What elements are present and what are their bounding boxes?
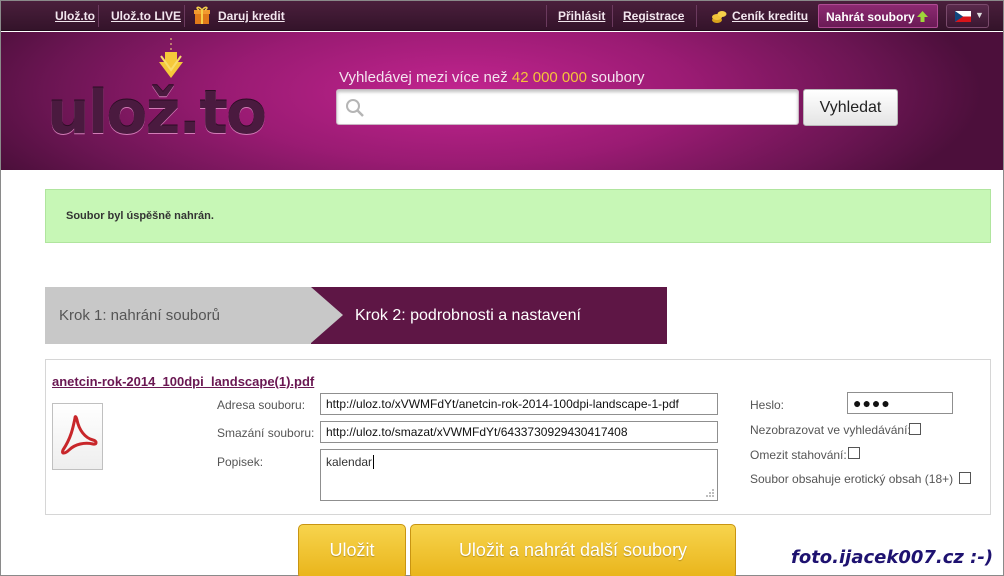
nav-link-ulozto-live[interactable]: Ulož.to LIVE bbox=[111, 9, 181, 23]
watermark: foto.ijacek007.cz :-) bbox=[791, 547, 994, 568]
search-button[interactable]: Vyhledat bbox=[803, 89, 898, 126]
search-caption-prefix: Vyhledávej mezi více než bbox=[339, 69, 508, 86]
delete-address-field[interactable]: http://uloz.to/smazat/xVWMFdYt/643373092… bbox=[320, 421, 718, 443]
search-caption: Vyhledávej mezi více než 42 000 000 soub… bbox=[339, 69, 645, 86]
separator bbox=[696, 5, 697, 27]
file-address-field[interactable]: http://uloz.to/xVWMFdYt/anetcin-rok-2014… bbox=[320, 393, 718, 415]
step-arrow bbox=[311, 287, 343, 343]
donate-credit-link[interactable]: Daruj kredit bbox=[218, 9, 285, 23]
description-textarea[interactable]: kalendar bbox=[320, 449, 718, 501]
separator bbox=[98, 5, 99, 27]
separator bbox=[546, 5, 547, 27]
register-link[interactable]: Registrace bbox=[623, 9, 684, 23]
resize-grip-icon[interactable] bbox=[705, 488, 715, 498]
save-and-upload-more-button[interactable]: Uložit a nahrát další soubory bbox=[410, 524, 736, 576]
password-label: Heslo: bbox=[750, 398, 785, 412]
upload-arrow-icon bbox=[917, 11, 928, 22]
delete-label: Smazání souboru: bbox=[217, 426, 315, 440]
success-message: Soubor byl úspěšně nahrán. bbox=[45, 189, 991, 243]
description-label: Popisek: bbox=[217, 455, 264, 469]
upload-files-label: Nahrát soubory bbox=[826, 10, 915, 24]
description-text: kalendar bbox=[326, 455, 373, 469]
limit-download-checkbox[interactable] bbox=[848, 447, 860, 459]
limit-download-label: Omezit stahování: bbox=[750, 448, 847, 462]
step-2: Krok 2: podrobnosti a nastavení bbox=[311, 287, 667, 344]
pricing-link[interactable]: Ceník kreditu bbox=[732, 9, 808, 23]
pdf-file-icon bbox=[52, 403, 103, 470]
header: ulož.to Vyhledávej mezi více než 42 000 … bbox=[1, 32, 1003, 170]
top-bar: Ulož.to Ulož.to LIVE Daruj kredit Přihlá… bbox=[1, 1, 1003, 31]
step-1: Krok 1: nahrání souborů bbox=[45, 287, 315, 344]
search-icon bbox=[346, 99, 364, 117]
upload-files-button[interactable]: Nahrát soubory bbox=[818, 4, 938, 28]
separator bbox=[184, 5, 185, 27]
login-link[interactable]: Přihlásit bbox=[558, 9, 605, 23]
file-details-panel: anetcin-rok-2014_100dpi_landscape(1).pdf… bbox=[45, 359, 991, 515]
hide-search-checkbox[interactable] bbox=[909, 423, 921, 435]
czech-flag-icon bbox=[955, 11, 971, 22]
logo-arrow-icon bbox=[159, 38, 183, 78]
file-name-link[interactable]: anetcin-rok-2014_100dpi_landscape(1).pdf bbox=[52, 374, 314, 389]
nav-link-ulozto[interactable]: Ulož.to bbox=[55, 9, 95, 23]
erotic-content-checkbox[interactable] bbox=[959, 472, 971, 484]
address-label: Adresa souboru: bbox=[217, 398, 306, 412]
file-count: 42 000 000 bbox=[511, 69, 587, 86]
chevron-down-icon: ▼ bbox=[975, 10, 984, 20]
search-caption-suffix: soubory bbox=[591, 69, 645, 86]
save-button[interactable]: Uložit bbox=[298, 524, 406, 576]
text-cursor bbox=[373, 455, 375, 469]
acrobat-icon bbox=[61, 415, 98, 455]
password-field[interactable]: ●●●● bbox=[847, 392, 953, 414]
coins-icon bbox=[712, 11, 727, 23]
language-selector[interactable]: ▼ bbox=[946, 4, 989, 28]
separator bbox=[612, 5, 613, 27]
gift-icon bbox=[194, 6, 210, 24]
hide-search-label: Nezobrazovat ve vyhledávání: bbox=[750, 423, 911, 437]
erotic-content-label: Soubor obsahuje erotický obsah (18+) bbox=[750, 472, 954, 486]
search-input[interactable] bbox=[336, 89, 799, 125]
